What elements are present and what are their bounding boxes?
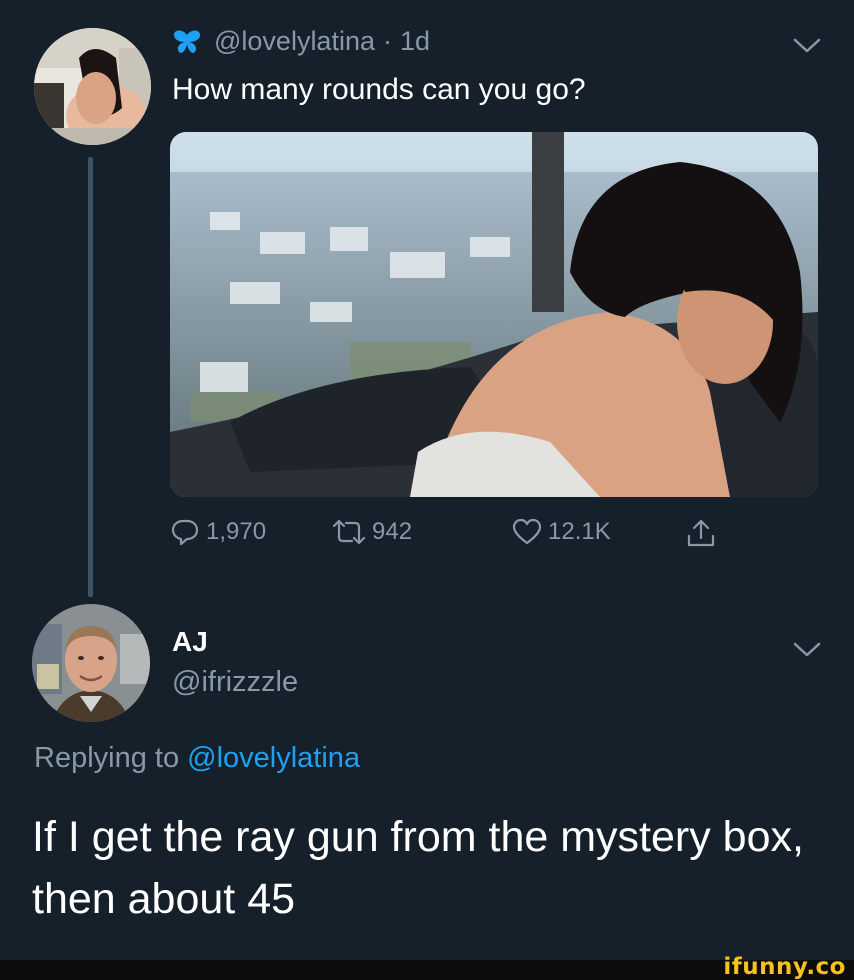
share-action[interactable]: [686, 517, 722, 549]
replying-prefix: Replying to: [34, 742, 188, 774]
replying-to-line: Replying to @lovelylatina: [34, 742, 360, 775]
replying-to-mention[interactable]: @lovelylatina: [187, 742, 360, 774]
chevron-down-icon[interactable]: [792, 640, 822, 660]
retweet-icon: [332, 519, 366, 545]
thread-line: [88, 157, 93, 597]
retweet-action[interactable]: 942: [332, 517, 412, 547]
watermark: ifunny.co: [723, 954, 846, 980]
like-icon: [512, 518, 542, 545]
avatar[interactable]: [32, 604, 150, 722]
reply-action[interactable]: 1,970: [170, 517, 266, 547]
reply-text: If I get the ray gun from the mystery bo…: [32, 813, 804, 923]
reply-author-handle[interactable]: @ifrizzzle: [172, 666, 298, 699]
separator: ·: [383, 26, 392, 56]
tweet-handle[interactable]: @lovelylatina: [214, 26, 375, 57]
tweet-text: How many rounds can you go?: [172, 73, 586, 106]
retweet-count: 942: [372, 518, 413, 545]
like-count: 12.1K: [548, 518, 611, 545]
share-icon: [687, 519, 715, 547]
tweet-header: @lovelylatina · 1d: [172, 26, 430, 57]
chevron-down-icon[interactable]: [792, 36, 822, 56]
reply-icon: [171, 519, 199, 546]
reply-author-name[interactable]: AJ: [172, 626, 208, 658]
avatar[interactable]: [34, 28, 151, 145]
footer-bar: ifunny.co: [0, 954, 854, 980]
tweet-media[interactable]: [170, 132, 818, 497]
like-action[interactable]: 12.1K: [512, 517, 611, 547]
butterfly-icon: [174, 30, 200, 53]
tweet-time[interactable]: 1d: [400, 26, 430, 57]
reply-count: 1,970: [206, 518, 267, 545]
tweet-actions: 1,970 942 12.1K: [170, 517, 730, 553]
